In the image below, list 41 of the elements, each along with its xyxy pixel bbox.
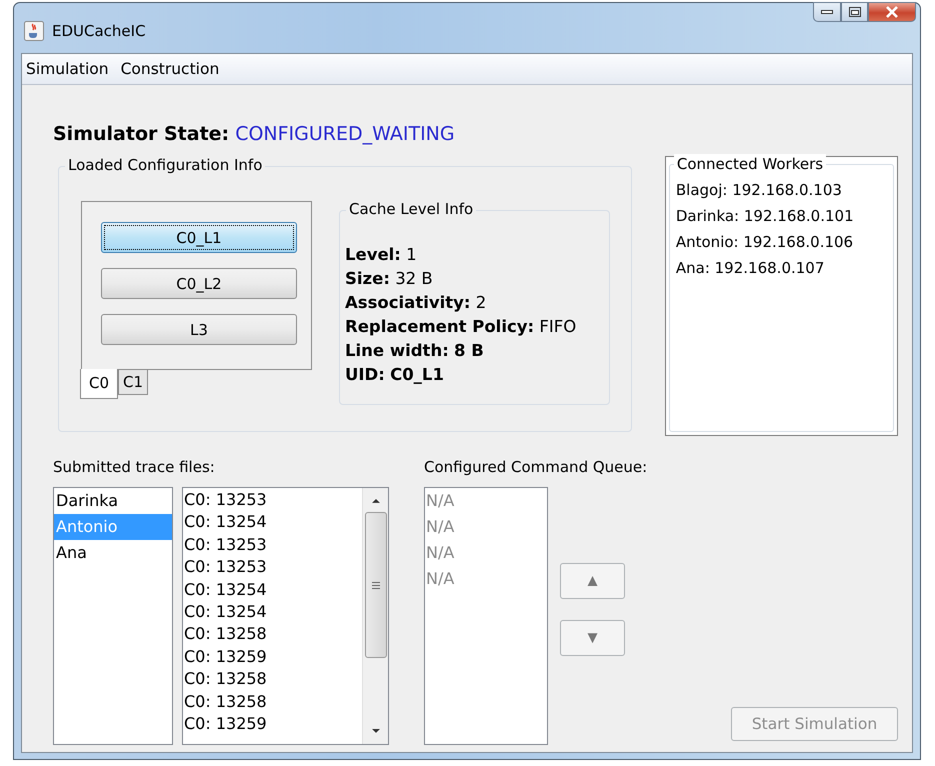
cache-level-button[interactable]: C0_L2: [101, 268, 297, 299]
menu-item[interactable]: Simulation: [26, 60, 109, 78]
list-item[interactable]: C0: 13254: [183, 511, 362, 534]
list-item: N/A: [425, 516, 456, 538]
worker-entry: Blagoj: 192.168.0.103: [676, 180, 843, 201]
tab[interactable]: C0: [80, 369, 118, 399]
menu-item[interactable]: Construction: [120, 60, 220, 78]
worker-entry: Darinka: 192.168.0.101: [676, 206, 855, 227]
section-label: Submitted trace files:: [53, 458, 216, 476]
info-line: Size: 32 B: [345, 268, 434, 290]
info-line: Line width: 8 B: [345, 340, 485, 362]
info-line: Associativity: 2: [345, 292, 488, 314]
list-item: N/A: [425, 542, 456, 564]
window-title: EDUCacheIC: [52, 22, 146, 40]
list-item[interactable]: C0: 13253: [183, 489, 362, 512]
list-item[interactable]: Ana: [54, 540, 172, 566]
cache-level-button[interactable]: L3: [101, 314, 297, 345]
list-item[interactable]: C0: 13254: [183, 578, 362, 602]
worker-entry: Antonio: 192.168.0.106: [676, 232, 854, 253]
list-item[interactable]: C0: 13253: [183, 534, 362, 556]
info-line: Level: 1: [345, 244, 418, 266]
section-label: Configured Command Queue:: [424, 458, 648, 476]
list-item[interactable]: Darinka: [54, 488, 172, 514]
list-item[interactable]: C0: 13258: [183, 623, 362, 646]
list-item[interactable]: C0: 13258: [183, 668, 362, 691]
move-button[interactable]: ▲: [560, 563, 625, 599]
list-item[interactable]: C0: 13259: [183, 646, 362, 668]
worker-entry: Ana: 192.168.0.107: [676, 258, 826, 279]
list-item[interactable]: C0: 13253: [183, 556, 362, 579]
info-line: UID: C0_L1: [345, 364, 445, 386]
list-item: N/A: [425, 568, 456, 590]
cache-level-button[interactable]: C0_L1: [101, 222, 297, 253]
list-item[interactable]: C0: 13259: [183, 713, 362, 736]
move-button[interactable]: ▼: [560, 620, 625, 656]
panel-title: Loaded Configuration Info: [65, 156, 266, 174]
list-item[interactable]: C0: 13258: [183, 690, 362, 714]
list-item[interactable]: C0: 13254: [183, 601, 362, 624]
info-line: Replacement Policy: FIFO: [345, 316, 578, 338]
tab[interactable]: C1: [118, 370, 148, 395]
list-item: N/A: [425, 490, 456, 512]
simulator-state: Simulator State: CONFIGURED_WAITING: [53, 123, 456, 145]
